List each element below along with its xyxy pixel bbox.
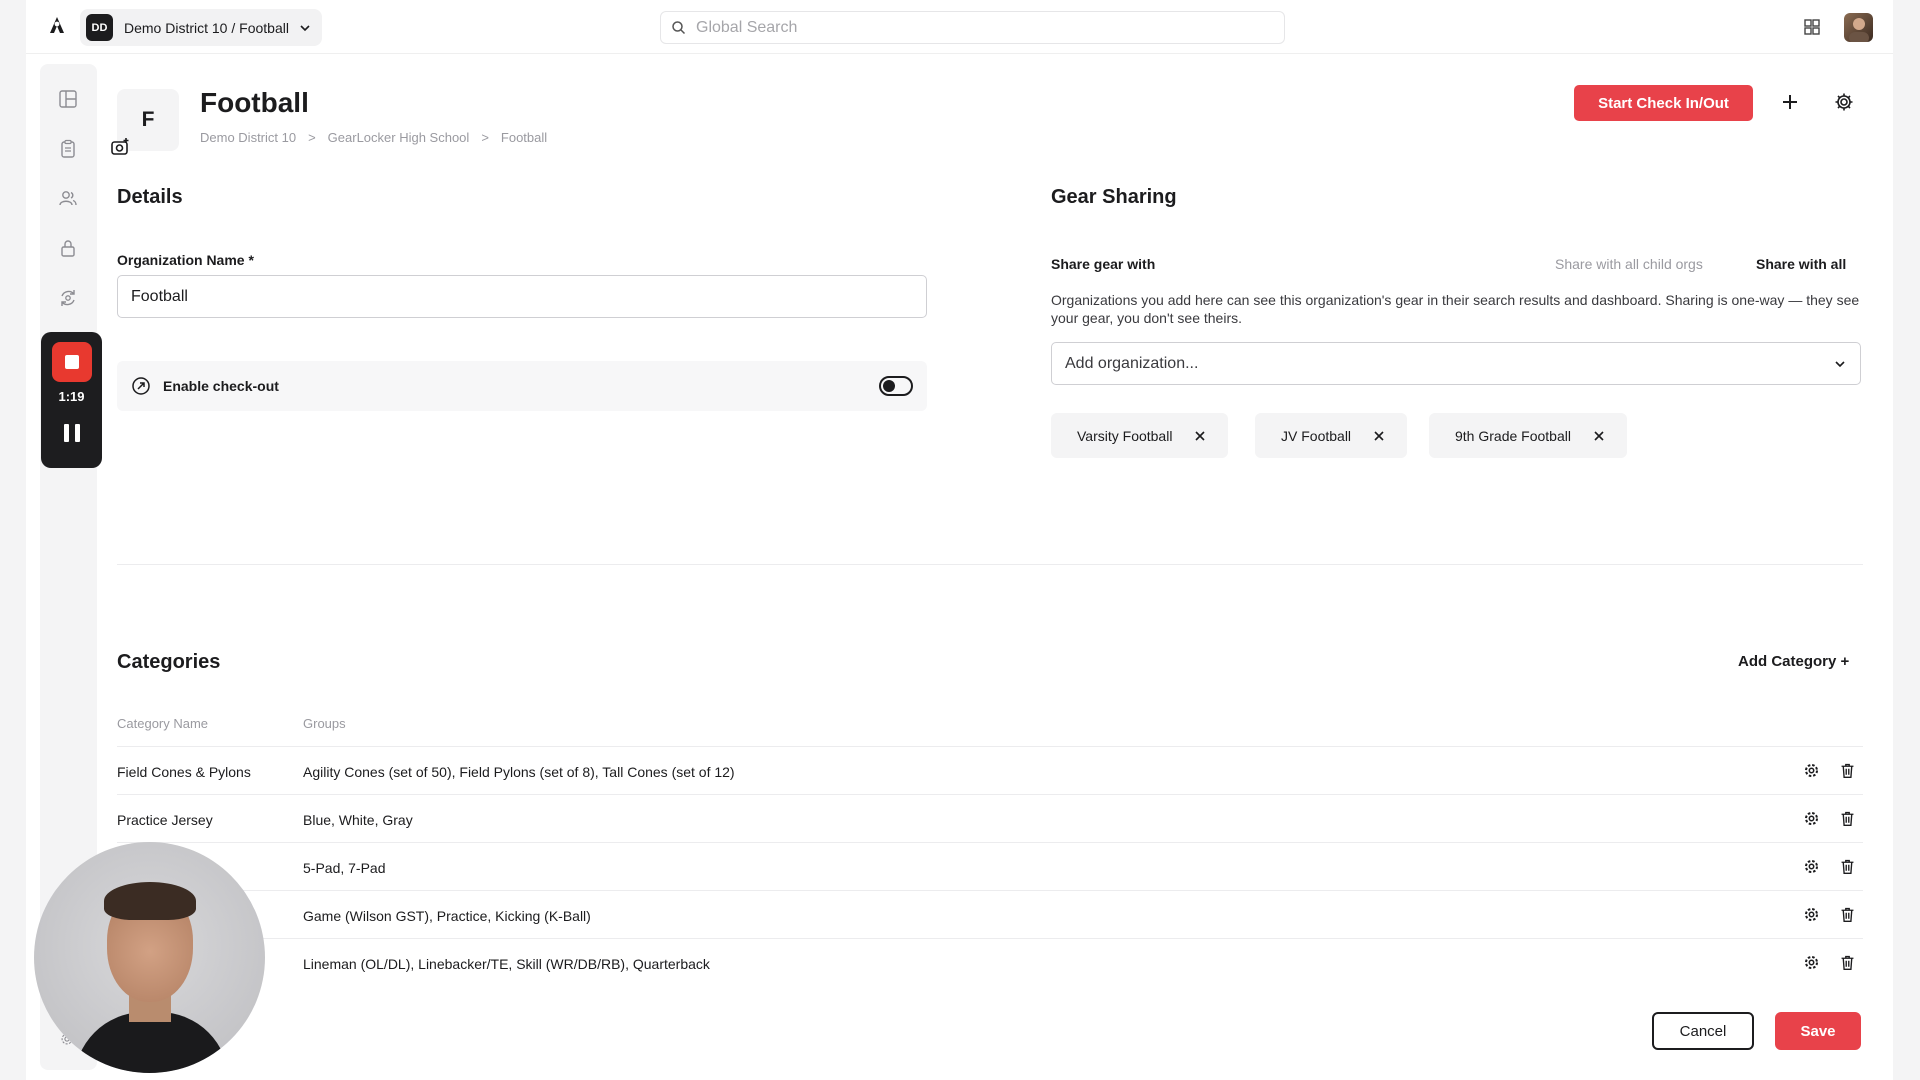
table-row[interactable]: Lineman (OL/DL), Linebacker/TE, Skill (W…: [117, 938, 1863, 986]
org-badge: DD: [86, 14, 113, 41]
save-button[interactable]: Save: [1775, 1012, 1861, 1050]
checkout-icon: [132, 377, 150, 395]
top-bar: DD Demo District 10 / Football: [26, 0, 1893, 54]
breadcrumb-school[interactable]: GearLocker High School: [328, 130, 470, 145]
page-title: Football: [200, 87, 309, 118]
remove-chip-icon[interactable]: [1373, 430, 1385, 442]
org-name-label: Organization Name *: [117, 252, 254, 268]
left-frame: [0, 0, 26, 1080]
dashboard-icon[interactable]: [58, 89, 78, 109]
table-row[interactable]: Field Cones & Pylons Agility Cones (set …: [117, 746, 1863, 794]
trash-icon[interactable]: [1839, 762, 1856, 779]
gear-icon[interactable]: [1803, 954, 1820, 971]
chevron-down-icon: [1835, 360, 1845, 367]
breadcrumb-separator: >: [308, 130, 316, 145]
screen-recorder: 1:19: [41, 332, 102, 468]
apps-grid-icon[interactable]: [1803, 18, 1821, 36]
lock-icon[interactable]: [58, 238, 78, 258]
camera-icon[interactable]: [109, 136, 131, 158]
gear-icon[interactable]: [1803, 762, 1820, 779]
breadcrumb-current: Football: [500, 130, 548, 145]
table-row[interactable]: 5-Pad, 7-Pad: [117, 842, 1863, 890]
cancel-button[interactable]: Cancel: [1652, 1012, 1754, 1050]
chip-label: JV Football: [1281, 427, 1352, 444]
stop-recording-button[interactable]: [52, 342, 92, 382]
category-groups: Blue, White, Gray: [303, 812, 413, 828]
category-name: Field Cones & Pylons: [117, 764, 251, 780]
recording-timer: 1:19: [58, 389, 85, 404]
gear-icon[interactable]: [1803, 906, 1820, 923]
category-name: Practice Jersey: [117, 812, 213, 828]
stop-icon: [65, 355, 79, 369]
users-icon[interactable]: [58, 188, 78, 208]
breadcrumb: Demo District 10 > GearLocker High Schoo…: [200, 130, 547, 145]
category-groups: Game (Wilson GST), Practice, Kicking (K-…: [303, 908, 591, 924]
shared-org-chip: Varsity Football: [1051, 413, 1229, 458]
add-organization-placeholder: Add organization...: [1065, 354, 1199, 372]
share-gear-label: Share gear with: [1051, 256, 1156, 272]
remove-chip-icon[interactable]: [1194, 430, 1206, 442]
column-header-category-name: Category Name: [117, 716, 209, 731]
plus-icon[interactable]: [1780, 92, 1800, 112]
chip-label: Varsity Football: [1077, 427, 1173, 444]
webcam-overlay: [34, 842, 265, 1073]
breadcrumb-separator: >: [481, 130, 489, 145]
enable-checkout-label: Enable check-out: [163, 378, 279, 394]
gear-icon[interactable]: [1803, 858, 1820, 875]
gear-sharing-heading: Gear Sharing: [1051, 186, 1177, 208]
pause-icon[interactable]: [64, 424, 80, 442]
enable-checkout-toggle[interactable]: [879, 376, 913, 396]
gear-icon[interactable]: [1834, 92, 1854, 112]
webcam-person-hair: [104, 882, 196, 920]
trash-icon[interactable]: [1839, 858, 1856, 875]
right-frame: [1893, 0, 1920, 1080]
shared-org-chip: JV Football: [1255, 413, 1408, 458]
share-with-all-option[interactable]: Share with all: [1756, 256, 1846, 272]
table-row[interactable]: Game (Wilson GST), Practice, Kicking (K-…: [117, 890, 1863, 938]
user-avatar[interactable]: [1844, 13, 1873, 42]
enable-checkout-row: Enable check-out: [117, 361, 927, 411]
share-description: Organizations you add here can see this …: [1051, 292, 1860, 326]
section-divider: [117, 564, 1863, 565]
search-icon: [672, 21, 686, 35]
category-groups: 5-Pad, 7-Pad: [303, 860, 386, 876]
chevron-down-icon: [300, 24, 310, 31]
chip-label: 9th Grade Football: [1455, 427, 1571, 444]
shared-org-chip: 9th Grade Football: [1429, 413, 1627, 458]
category-groups: Lineman (OL/DL), Linebacker/TE, Skill (W…: [303, 956, 710, 972]
column-header-groups: Groups: [303, 716, 346, 731]
global-search[interactable]: [660, 11, 1285, 44]
global-search-input[interactable]: [696, 18, 1256, 37]
org-switcher-label: Demo District 10 / Football: [124, 19, 289, 36]
gear-icon[interactable]: [1803, 810, 1820, 827]
details-heading: Details: [117, 186, 183, 208]
category-groups: Agility Cones (set of 50), Field Pylons …: [303, 764, 735, 780]
app-logo-icon[interactable]: [46, 15, 68, 37]
trash-icon[interactable]: [1839, 810, 1856, 827]
table-row[interactable]: Practice Jersey Blue, White, Gray: [117, 794, 1863, 842]
remove-chip-icon[interactable]: [1593, 430, 1605, 442]
org-name-input[interactable]: [117, 275, 927, 318]
add-organization-select[interactable]: Add organization...: [1051, 342, 1861, 385]
add-category-button[interactable]: Add Category +: [1738, 653, 1849, 670]
trash-icon[interactable]: [1839, 906, 1856, 923]
clipboard-icon[interactable]: [58, 139, 78, 159]
refresh-gear-icon[interactable]: [58, 288, 78, 308]
categories-heading: Categories: [117, 651, 221, 673]
breadcrumb-district[interactable]: Demo District 10: [200, 130, 296, 145]
org-switcher[interactable]: DD Demo District 10 / Football: [80, 9, 322, 46]
share-with-child-orgs-option[interactable]: Share with all child orgs: [1555, 256, 1703, 272]
start-check-in-out-button[interactable]: Start Check In/Out: [1574, 85, 1753, 121]
trash-icon[interactable]: [1839, 954, 1856, 971]
